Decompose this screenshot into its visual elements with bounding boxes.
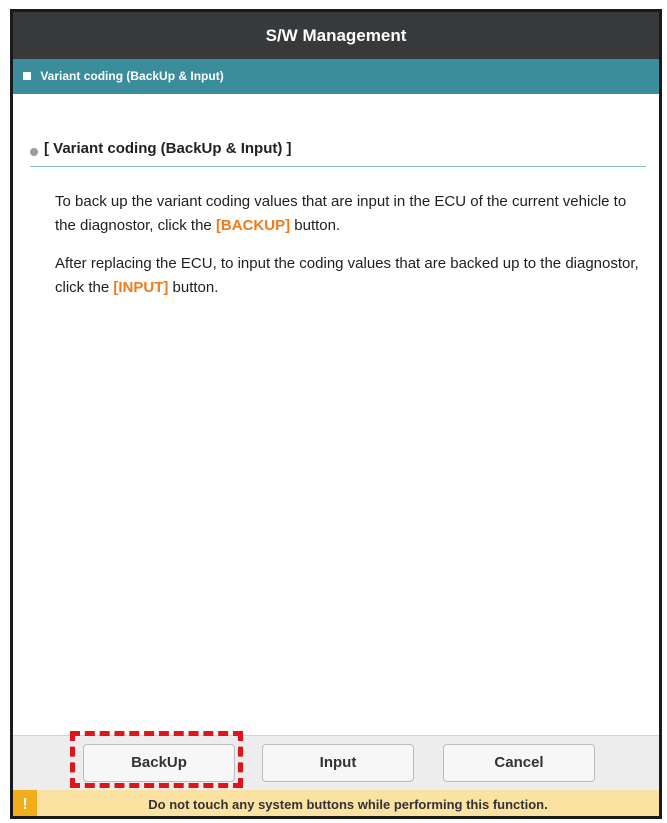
paragraph-text: button. — [168, 279, 219, 296]
warning-bar: ! Do not touch any system buttons while … — [13, 790, 659, 816]
content-area: [ Variant coding (BackUp & Input) ] To b… — [13, 94, 659, 735]
highlight-input-label: [INPUT] — [113, 279, 169, 296]
bullet-dot-icon — [30, 148, 38, 156]
warning-icon: ! — [13, 790, 37, 816]
instruction-paragraph-backup: To back up the variant coding values tha… — [55, 190, 640, 238]
warning-text: Do not touch any system buttons while pe… — [148, 797, 548, 812]
section-title: [ Variant coding (BackUp & Input) ] — [44, 140, 292, 157]
dialog-window: S/W Management Variant coding (BackUp & … — [10, 9, 662, 819]
cancel-button[interactable]: Cancel — [443, 744, 595, 782]
input-button[interactable]: Input — [262, 744, 414, 782]
instruction-paragraph-input: After replacing the ECU, to input the co… — [55, 252, 640, 300]
subheader-bar: Variant coding (BackUp & Input) — [13, 59, 659, 94]
backup-highlight-annotation — [70, 731, 243, 788]
highlight-backup-label: [BACKUP] — [215, 217, 291, 234]
paragraph-text: button. — [290, 217, 341, 234]
section-header: [ Variant coding (BackUp & Input) ] — [30, 140, 646, 167]
window-title: S/W Management — [13, 12, 659, 59]
square-bullet-icon — [23, 72, 31, 80]
paragraph-text: To back up the variant coding values tha… — [55, 193, 627, 234]
subheader-label: Variant coding (BackUp & Input) — [40, 69, 224, 83]
